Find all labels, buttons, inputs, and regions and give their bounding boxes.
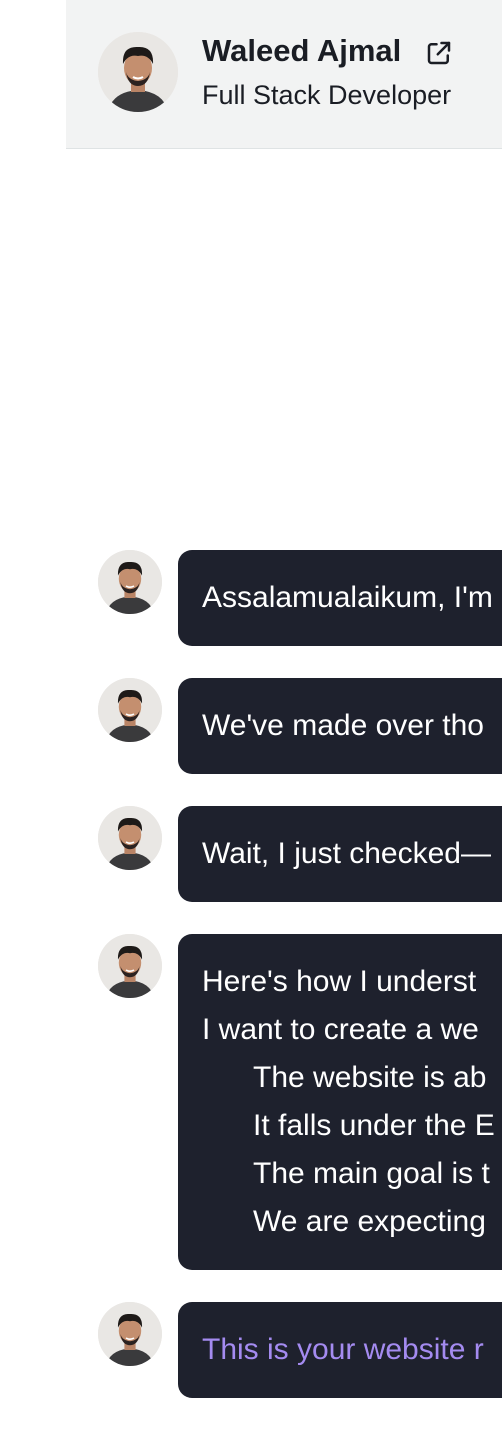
message-bubble: Assalamualaikum, I'm <box>178 550 502 646</box>
chat-header: Waleed Ajmal Full Stack Developer <box>66 0 502 149</box>
avatar <box>98 678 162 742</box>
message-text: I want to create a we <box>202 1013 479 1046</box>
message-bubble: Wait, I just checked— <box>178 806 502 902</box>
person-avatar-icon <box>98 1302 162 1366</box>
website-link[interactable]: This is your website r <box>202 1326 502 1374</box>
external-link-icon[interactable] <box>424 38 454 68</box>
list-item: The main goal is t <box>253 1157 490 1190</box>
contact-name: Waleed Ajmal <box>202 33 402 68</box>
contact-role: Full Stack Developer <box>202 80 452 110</box>
message-text: Wait, I just checked— <box>202 837 491 870</box>
person-avatar-icon <box>98 32 178 112</box>
person-avatar-icon <box>98 678 162 742</box>
person-avatar-icon <box>98 550 162 614</box>
person-avatar-icon <box>98 806 162 870</box>
message-text: We've made over tho <box>202 709 484 742</box>
message-bubble: We've made over tho <box>178 678 502 774</box>
avatar <box>98 806 162 870</box>
message-text: Here's how I underst <box>202 965 477 998</box>
avatar <box>98 934 162 998</box>
avatar <box>98 32 178 112</box>
person-avatar-icon <box>98 934 162 998</box>
message-text: Assalamualaikum, I'm <box>202 581 493 614</box>
avatar <box>98 1302 162 1366</box>
avatar <box>98 550 162 614</box>
message-bubble: Here's how I underst I want to create a … <box>178 934 502 1270</box>
list-item: It falls under the E <box>253 1109 495 1142</box>
list-item: We are expecting <box>253 1205 486 1238</box>
chat-page: Waleed Ajmal Full Stack Developer Assala… <box>0 0 502 1430</box>
message-bubble: This is your website r <box>178 1302 502 1398</box>
list-item: The website is ab <box>253 1061 487 1094</box>
